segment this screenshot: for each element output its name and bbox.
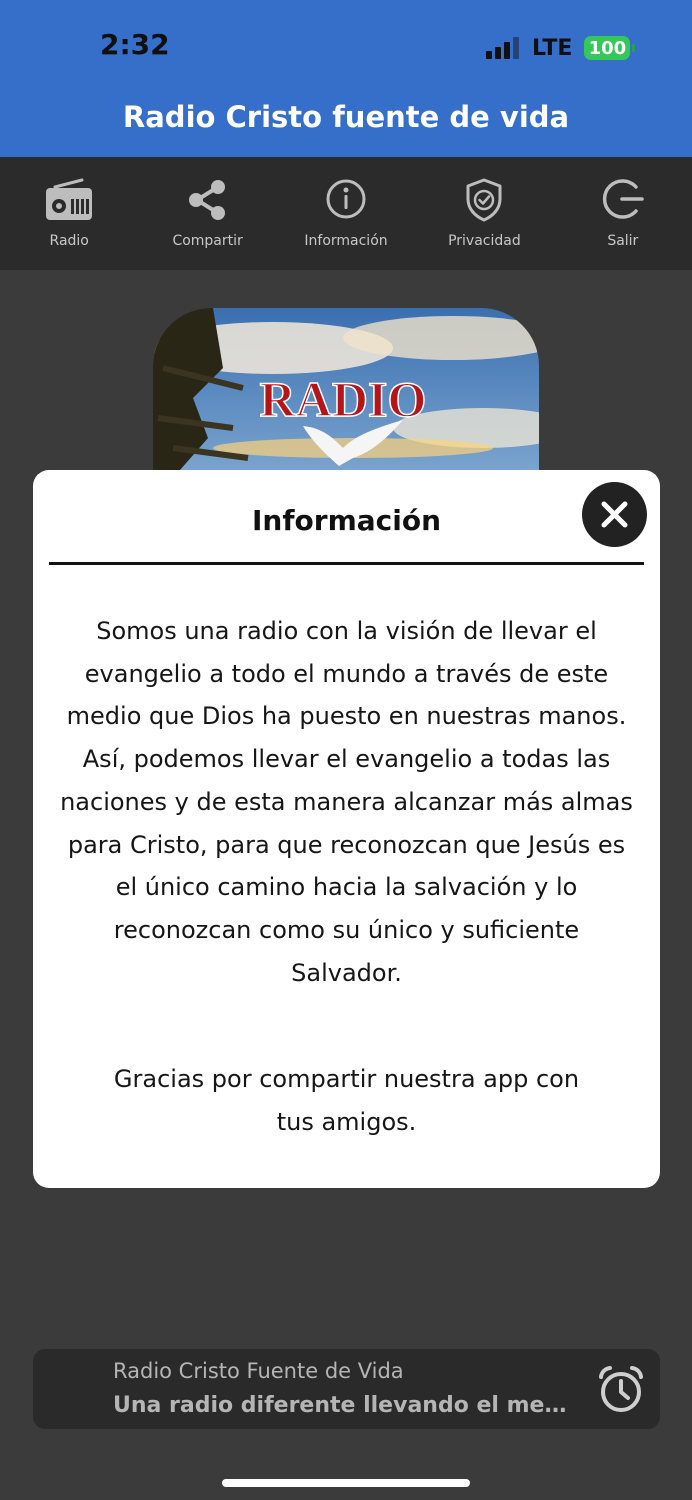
toolbar-exit-button[interactable]: Salir	[554, 157, 692, 270]
text-line: Salvador.	[291, 958, 402, 987]
shield-check-icon	[466, 178, 502, 222]
text-line: evangelio a todo el mundo a través de es…	[84, 659, 609, 688]
now-playing-station: Radio Cristo Fuente de Vida	[113, 1359, 404, 1383]
toolbar-radio-button[interactable]: Radio	[0, 157, 138, 270]
radio-icon	[46, 178, 93, 220]
artwork-text: RADIO	[260, 371, 427, 427]
toolbar-share-button[interactable]: Compartir	[138, 157, 276, 270]
close-button[interactable]	[582, 482, 647, 547]
modal-paragraph-thanks: Gracias por compartir nuestra app con tu…	[45, 1058, 648, 1143]
text-line: Así, podemos llevar el evangelio a todas…	[82, 745, 611, 774]
text-line: el único camino hacia la salvación y lo	[115, 873, 578, 902]
share-icon	[188, 180, 225, 220]
now-playing-title: Una radio diferente llevando el mensaj..…	[113, 1393, 575, 1418]
network-type: LTE	[532, 35, 573, 61]
battery-icon: 100	[584, 36, 636, 60]
text-line: para Cristo, para que reconozcan que Jes…	[67, 830, 626, 859]
text-line: naciones y de esta manera alcanzar más a…	[60, 787, 633, 816]
info-icon	[326, 179, 366, 219]
toolbar-privacy-button[interactable]: Privacidad	[415, 157, 553, 270]
toolbar-label-info: Información	[304, 233, 388, 249]
now-playing-bar[interactable]: Radio Cristo Fuente de Vida Una radio di…	[33, 1349, 660, 1429]
toolbar-label-share: Compartir	[172, 233, 243, 249]
home-indicator[interactable]	[222, 1479, 470, 1487]
top-toolbar: Radio Compartir Información Privacidad S…	[0, 157, 692, 270]
modal-body: Somos una radio con la visión de llevar …	[45, 610, 648, 1144]
modal-divider	[49, 562, 644, 565]
signal-icon	[486, 37, 519, 59]
status-time: 2:32	[100, 28, 170, 61]
toolbar-label-exit: Salir	[607, 233, 639, 249]
text-line: tus amigos.	[276, 1108, 417, 1137]
toolbar-label-radio: Radio	[49, 233, 89, 249]
toolbar-info-button[interactable]: Información	[277, 157, 415, 270]
close-icon	[601, 501, 628, 528]
text-line: Somos una radio con la visión de llevar …	[96, 617, 597, 645]
text-line: medio que Dios ha puesto en nuestras man…	[66, 702, 627, 731]
page-title: Radio Cristo fuente de vida	[122, 100, 570, 134]
toolbar-label-privacy: Privacidad	[448, 233, 521, 249]
app-header: 2:32 LTE 100 Radio Cristo fuente de vida	[0, 0, 692, 157]
alarm-clock-icon	[599, 1366, 643, 1412]
text-line: reconozcan como su único y suficiente	[113, 915, 580, 944]
sleep-timer-button[interactable]	[596, 1363, 646, 1415]
logout-icon	[602, 179, 644, 219]
modal-paragraph-mission: Somos una radio con la visión de llevar …	[45, 610, 648, 994]
info-modal: Información Somos una radio con la visió…	[33, 470, 660, 1188]
text-line: Gracias por compartir nuestra app con	[113, 1065, 580, 1094]
modal-title: Información	[251, 504, 441, 537]
status-indicators: LTE 100	[486, 34, 636, 62]
